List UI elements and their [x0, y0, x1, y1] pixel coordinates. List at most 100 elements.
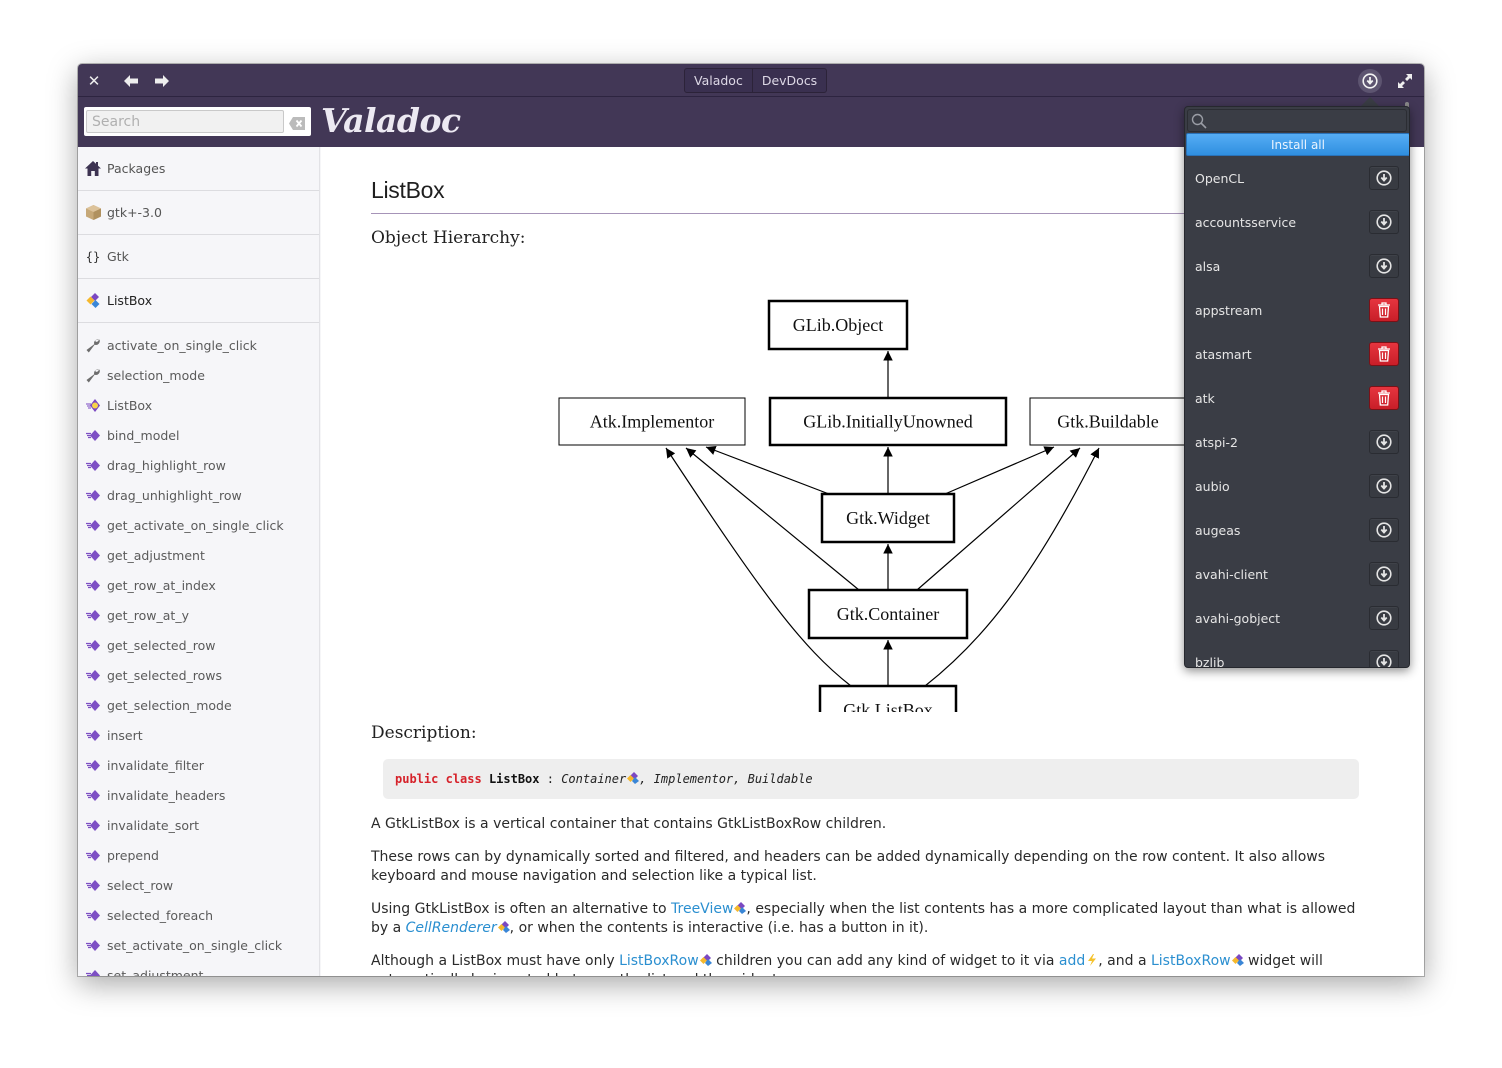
hierarchy-node-label: Atk.Implementor	[590, 412, 714, 432]
sidebar-item-label: get_row_at_index	[107, 577, 216, 593]
install-package-button[interactable]	[1369, 210, 1399, 234]
maximize-button[interactable]	[1396, 72, 1414, 90]
package-row: atk	[1185, 376, 1409, 420]
sidebar-item[interactable]: selected_foreach	[78, 900, 319, 930]
download-circle-icon	[1362, 73, 1378, 89]
back-button[interactable]	[120, 70, 142, 92]
hierarchy-node-listbox[interactable]: Gtk.ListBox	[818, 684, 958, 712]
tab-valadoc[interactable]: Valadoc	[685, 69, 752, 92]
sidebar: Packages gtk+-3.0 {} Gtk ListBox activat…	[78, 147, 320, 976]
titlebar: ✕ Valadoc DevDocs	[78, 64, 1424, 97]
abstract-class-icon	[627, 772, 640, 784]
sidebar-item[interactable]: drag_highlight_row	[78, 450, 319, 480]
forward-button[interactable]	[151, 70, 173, 92]
sidebar-item[interactable]: select_row	[78, 870, 319, 900]
method-icon	[85, 457, 101, 473]
property-wrench-icon	[85, 337, 101, 353]
sidebar-item[interactable]: get_selected_rows	[78, 660, 319, 690]
cellrenderer-link[interactable]: CellRenderer	[406, 920, 497, 936]
clear-search-button[interactable]	[289, 115, 305, 130]
hierarchy-node-widget[interactable]: Gtk.Widget	[820, 492, 956, 544]
valadoc-logo[interactable]: Valadoc	[321, 101, 461, 140]
sidebar-item[interactable]: get_selection_mode	[78, 690, 319, 720]
sidebar-item[interactable]: ListBox	[78, 390, 319, 420]
class-icon	[699, 954, 712, 966]
install-package-button[interactable]	[1369, 518, 1399, 542]
hierarchy-node-label: GLib.Object	[793, 315, 883, 335]
sidebar-item[interactable]: bind_model	[78, 420, 319, 450]
sidebar-item[interactable]: prepend	[78, 840, 319, 870]
downloads-popover: Install all OpenCL accountsservice alsa app…	[1184, 106, 1410, 668]
hierarchy-node-buildable[interactable]: Gtk.Buildable	[1029, 397, 1187, 446]
hierarchy-node-atk[interactable]: Atk.Implementor	[558, 397, 746, 446]
remove-package-button[interactable]	[1369, 298, 1399, 322]
listboxrow-link[interactable]: ListBoxRow	[619, 953, 699, 969]
sidebar-item-label: drag_unhighlight_row	[107, 487, 242, 503]
arrow-right-icon	[155, 75, 169, 87]
member-list: activate_on_single_click selection_mode …	[78, 323, 319, 976]
signature-interfaces: , Implementor, Buildable	[639, 772, 813, 786]
package-row: atasmart	[1185, 332, 1409, 376]
package-name: avahi-gobject	[1195, 610, 1281, 626]
sidebar-item-label: select_row	[107, 877, 174, 893]
search-input[interactable]	[86, 110, 284, 133]
install-package-button[interactable]	[1369, 430, 1399, 454]
sidebar-nav-class[interactable]: ListBox	[78, 279, 319, 323]
package-row: aubio	[1185, 464, 1409, 508]
install-package-button[interactable]	[1369, 562, 1399, 586]
package-name: accountsservice	[1195, 214, 1297, 230]
sidebar-item-label: activate_on_single_click	[107, 337, 257, 353]
download-circle-icon	[1376, 258, 1392, 274]
hierarchy-node-container[interactable]: Gtk.Container	[807, 588, 969, 640]
sidebar-item[interactable]: insert	[78, 720, 319, 750]
package-search-input[interactable]	[1210, 112, 1400, 130]
sidebar-item[interactable]: get_row_at_y	[78, 600, 319, 630]
sidebar-item[interactable]: get_row_at_index	[78, 570, 319, 600]
signature-separator: :	[539, 772, 562, 786]
close-button[interactable]: ✕	[83, 70, 105, 92]
sidebar-item[interactable]: invalidate_headers	[78, 780, 319, 810]
remove-package-button[interactable]	[1369, 386, 1399, 410]
install-package-button[interactable]	[1369, 166, 1399, 190]
install-package-button[interactable]	[1369, 254, 1399, 278]
sidebar-item[interactable]: drag_unhighlight_row	[78, 480, 319, 510]
add-link[interactable]: add	[1059, 953, 1085, 969]
hierarchy-edge-listbox-to-atk	[665, 447, 852, 687]
hierarchy-node-obj[interactable]: GLib.Object	[767, 299, 909, 351]
treeview-link[interactable]: TreeView	[671, 901, 733, 917]
install-package-button[interactable]	[1369, 650, 1399, 667]
install-package-button[interactable]	[1369, 606, 1399, 630]
method-icon	[85, 877, 101, 893]
package-name: augeas	[1195, 522, 1241, 538]
signature-parent-link[interactable]: Container	[561, 772, 626, 786]
sidebar-item[interactable]: invalidate_sort	[78, 810, 319, 840]
sidebar-item[interactable]: get_adjustment	[78, 540, 319, 570]
sidebar-item[interactable]: invalidate_filter	[78, 750, 319, 780]
sidebar-item[interactable]: selection_mode	[78, 360, 319, 390]
listboxrow-link[interactable]: ListBoxRow	[1151, 953, 1231, 969]
downloads-button[interactable]	[1358, 69, 1382, 93]
sidebar-item[interactable]: set_adjustment	[78, 960, 319, 976]
sidebar-nav-package[interactable]: gtk+-3.0	[78, 191, 319, 235]
hierarchy-edge-widget-to-buildable	[944, 446, 1055, 495]
hierarchy-edge-widget-to-atk	[705, 445, 830, 495]
sidebar-nav-namespace[interactable]: {} Gtk	[78, 235, 319, 279]
sidebar-item[interactable]: activate_on_single_click	[78, 330, 319, 360]
method-icon	[85, 547, 101, 563]
sidebar-item[interactable]: get_selected_row	[78, 630, 319, 660]
download-circle-icon	[1376, 170, 1392, 186]
tab-devdocs[interactable]: DevDocs	[751, 69, 826, 92]
sidebar-item-label: invalidate_sort	[107, 817, 200, 833]
sidebar-nav-packages[interactable]: Packages	[78, 147, 319, 191]
sidebar-item[interactable]: get_activate_on_single_click	[78, 510, 319, 540]
install-all-button[interactable]: Install all	[1186, 133, 1409, 156]
sidebar-item-label: get_adjustment	[107, 547, 205, 563]
hierarchy-node-unowned[interactable]: GLib.InitiallyUnowned	[768, 396, 1008, 447]
sidebar-item-label: prepend	[107, 847, 159, 863]
remove-package-button[interactable]	[1369, 342, 1399, 366]
sidebar-item[interactable]: set_activate_on_single_click	[78, 930, 319, 960]
text: automatically be inserted between the li…	[371, 972, 782, 976]
class-signature: public class ListBox : Container , Implem…	[383, 759, 1359, 799]
install-package-button[interactable]	[1369, 474, 1399, 498]
package-row: avahi-gobject	[1185, 596, 1409, 640]
